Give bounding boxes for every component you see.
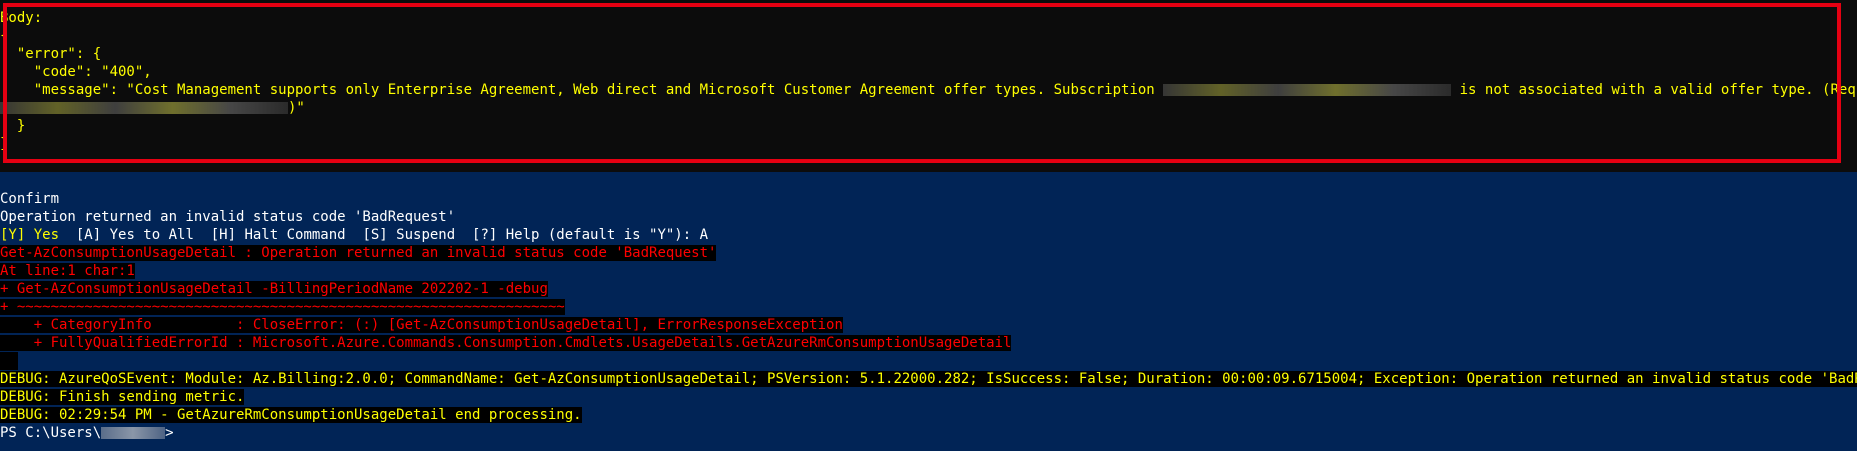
debug-line-2: DEBUG: Finish sending metric. — [0, 389, 245, 405]
error-trailing-blank — [0, 352, 18, 370]
choice-yes[interactable]: [Y] Yes — [0, 227, 59, 243]
error-line-2: At line:1 char:1 — [0, 263, 135, 279]
error-line-3: + Get-AzConsumptionUsageDetail -BillingP… — [0, 281, 548, 297]
choice-others[interactable]: [A] Yes to All [H] Halt Command [S] Susp… — [59, 227, 708, 243]
prompt-suffix: > — [165, 425, 174, 441]
confirm-title: Confirm — [0, 191, 60, 207]
debug-line-1: DEBUG: AzureQoSEvent: Module: Az.Billing… — [0, 370, 1857, 388]
error-category-info: + CategoryInfo : CloseError: (:) [Get-Az… — [0, 317, 843, 333]
confirm-message: Operation returned an invalid status cod… — [0, 209, 456, 225]
highlight-frame — [3, 3, 1841, 163]
debug-line-3: DEBUG: 02:29:54 PM - GetAzureRmConsumpti… — [0, 407, 582, 423]
confirm-choices[interactable]: [Y] Yes [A] Yes to All [H] Halt Command … — [0, 226, 708, 244]
response-body-panel: Body: { "error": { "code": "400", "messa… — [0, 0, 1857, 172]
error-line-4: + ~~~~~~~~~~~~~~~~~~~~~~~~~~~~~~~~~~~~~~… — [0, 299, 565, 315]
prompt-prefix: PS C:\Users\ — [0, 425, 102, 441]
error-line-1: Get-AzConsumptionUsageDetail : Operation… — [0, 245, 717, 261]
error-qualified-id: + FullyQualifiedErrorId : Microsoft.Azur… — [0, 335, 1012, 351]
redacted-username — [101, 427, 166, 439]
command-prompt[interactable]: PS C:\Users\ > — [0, 424, 174, 442]
